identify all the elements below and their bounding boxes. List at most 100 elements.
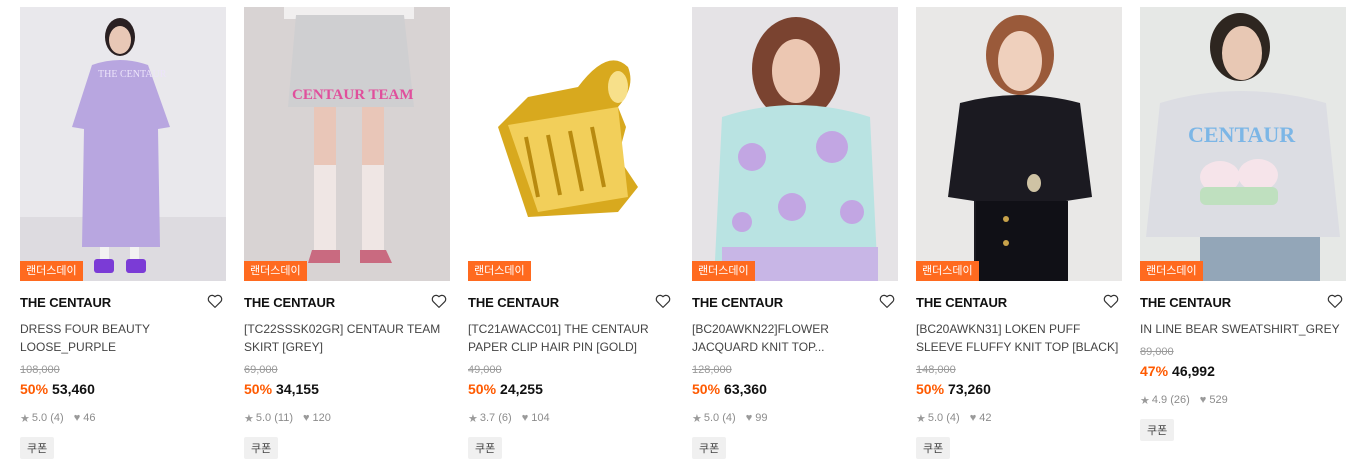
review-count: (6) bbox=[498, 412, 512, 424]
heart-filled-icon: ♥ bbox=[969, 412, 977, 424]
heart-outline-icon[interactable] bbox=[878, 292, 896, 310]
review-meta: ★ 3.7 (6) ♥ 104 bbox=[468, 411, 674, 425]
original-price: 89,000 bbox=[1140, 346, 1174, 358]
discount-rate: 50% bbox=[468, 381, 497, 397]
sale-price: 34,155 bbox=[276, 381, 319, 397]
like-count: 42 bbox=[979, 412, 992, 424]
price-row: 47% 46,992 bbox=[1140, 363, 1346, 381]
brand-name[interactable]: THE CENTAUR bbox=[916, 295, 1007, 310]
sale-price: 63,360 bbox=[724, 381, 767, 397]
brand-name[interactable]: THE CENTAUR bbox=[692, 295, 783, 310]
brand-name[interactable]: THE CENTAUR bbox=[1140, 295, 1231, 310]
star-icon: ★ bbox=[1140, 394, 1150, 407]
rating: 3.7 bbox=[479, 412, 496, 424]
discount-rate: 50% bbox=[20, 381, 49, 397]
price-row: 50% 73,260 bbox=[916, 381, 1122, 399]
coupon-badge: 쿠폰 bbox=[692, 437, 727, 459]
review-count: (26) bbox=[1170, 394, 1190, 406]
star-icon: ★ bbox=[468, 412, 478, 425]
product-card[interactable]: CENTAUR 랜더스데이 THE CENTAUR IN LINE BEAR S… bbox=[1140, 7, 1346, 441]
coupon-badge: 쿠폰 bbox=[468, 437, 503, 459]
like-count: 529 bbox=[1209, 394, 1228, 406]
price-row: 50% 53,460 bbox=[20, 381, 226, 399]
product-title[interactable]: [TC21AWACC01] THE CENTAUR PAPER CLIP HAI… bbox=[468, 320, 674, 356]
review-meta: ★ 5.0 (4) ♥ 46 bbox=[20, 411, 226, 425]
original-price: 108,000 bbox=[20, 364, 60, 376]
review-count: (4) bbox=[722, 412, 736, 424]
svg-text:THE CENTAUR: THE CENTAUR bbox=[98, 69, 167, 80]
product-card[interactable]: 랜더스데이 THE CENTAUR [TC21AWACC01] THE CENT… bbox=[468, 7, 674, 459]
price-row: 50% 63,360 bbox=[692, 381, 898, 399]
product-grid: THE CENTAUR 랜더스데이 THE CENTAUR DRESS FOUR… bbox=[0, 0, 1351, 461]
coupon-badge: 쿠폰 bbox=[244, 437, 279, 459]
review-meta: ★ 5.0 (11) ♥ 120 bbox=[244, 411, 450, 425]
svg-text:CENTAUR: CENTAUR bbox=[1188, 122, 1296, 147]
heart-outline-icon[interactable] bbox=[654, 292, 672, 310]
product-image[interactable]: 랜더스데이 bbox=[692, 7, 898, 281]
review-count: (4) bbox=[946, 412, 960, 424]
product-image[interactable]: 랜더스데이 bbox=[916, 7, 1122, 281]
sale-price: 73,260 bbox=[948, 381, 991, 397]
product-card[interactable]: 랜더스데이 THE CENTAUR [BC20AWKN22]FLOWER JAC… bbox=[692, 7, 898, 459]
price-row: 50% 34,155 bbox=[244, 381, 450, 399]
heart-outline-icon[interactable] bbox=[206, 292, 224, 310]
rating: 5.0 bbox=[31, 412, 48, 424]
review-meta: ★ 4.9 (26) ♥ 529 bbox=[1140, 393, 1346, 407]
product-title[interactable]: [TC22SSSK02GR] CENTAUR TEAM SKIRT [GREY] bbox=[244, 320, 450, 356]
rating: 5.0 bbox=[927, 412, 944, 424]
heart-outline-icon[interactable] bbox=[1326, 292, 1344, 310]
like-count: 104 bbox=[531, 412, 550, 424]
brand-name[interactable]: THE CENTAUR bbox=[244, 295, 335, 310]
coupon-badge: 쿠폰 bbox=[916, 437, 951, 459]
review-count: (4) bbox=[50, 412, 64, 424]
star-icon: ★ bbox=[916, 412, 926, 425]
star-icon: ★ bbox=[692, 412, 702, 425]
like-count: 46 bbox=[83, 412, 96, 424]
star-icon: ★ bbox=[244, 412, 254, 425]
svg-text:CENTAUR TEAM: CENTAUR TEAM bbox=[292, 87, 414, 103]
original-price: 148,000 bbox=[916, 364, 956, 376]
like-count: 120 bbox=[312, 412, 331, 424]
product-image[interactable]: CENTAUR TEAM 랜더스데이 bbox=[244, 7, 450, 281]
promo-tag: 랜더스데이 bbox=[916, 261, 979, 281]
original-price: 49,000 bbox=[468, 364, 502, 376]
product-card[interactable]: 랜더스데이 THE CENTAUR [BC20AWKN31] LOKEN PUF… bbox=[916, 7, 1122, 459]
promo-tag: 랜더스데이 bbox=[692, 261, 755, 281]
heart-outline-icon[interactable] bbox=[1102, 292, 1120, 310]
heart-filled-icon: ♥ bbox=[73, 412, 81, 424]
promo-tag: 랜더스데이 bbox=[20, 261, 83, 281]
product-image[interactable]: CENTAUR 랜더스데이 bbox=[1140, 7, 1346, 281]
rating: 5.0 bbox=[703, 412, 720, 424]
discount-rate: 50% bbox=[244, 381, 273, 397]
original-price: 128,000 bbox=[692, 364, 732, 376]
product-card[interactable]: CENTAUR TEAM 랜더스데이 THE CENTAUR [TC22SSSK… bbox=[244, 7, 450, 459]
product-card[interactable]: THE CENTAUR 랜더스데이 THE CENTAUR DRESS FOUR… bbox=[20, 7, 226, 459]
product-image[interactable]: 랜더스데이 bbox=[468, 7, 674, 281]
sale-price: 46,992 bbox=[1172, 363, 1215, 379]
rating: 5.0 bbox=[255, 412, 272, 424]
product-title[interactable]: [BC20AWKN22]FLOWER JACQUARD KNIT TOP... bbox=[692, 320, 898, 356]
heart-filled-icon: ♥ bbox=[745, 412, 753, 424]
promo-tag: 랜더스데이 bbox=[468, 261, 531, 281]
discount-rate: 50% bbox=[916, 381, 945, 397]
original-price: 69,000 bbox=[244, 364, 278, 376]
product-title[interactable]: IN LINE BEAR SWEATSHIRT_GREY bbox=[1140, 320, 1346, 338]
review-count: (11) bbox=[274, 412, 293, 424]
promo-tag: 랜더스데이 bbox=[244, 261, 307, 281]
promo-tag: 랜더스데이 bbox=[1140, 261, 1203, 281]
heart-outline-icon[interactable] bbox=[430, 292, 448, 310]
brand-name[interactable]: THE CENTAUR bbox=[468, 295, 559, 310]
review-meta: ★ 5.0 (4) ♥ 42 bbox=[916, 411, 1122, 425]
product-title[interactable]: [BC20AWKN31] LOKEN PUFF SLEEVE FLUFFY KN… bbox=[916, 320, 1122, 356]
brand-name[interactable]: THE CENTAUR bbox=[20, 295, 111, 310]
coupon-badge: 쿠폰 bbox=[1140, 419, 1175, 441]
heart-filled-icon: ♥ bbox=[1199, 394, 1207, 406]
coupon-badge: 쿠폰 bbox=[20, 437, 55, 459]
rating: 4.9 bbox=[1151, 394, 1168, 406]
star-icon: ★ bbox=[20, 412, 30, 425]
heart-filled-icon: ♥ bbox=[521, 412, 529, 424]
product-title[interactable]: DRESS FOUR BEAUTY LOOSE_PURPLE bbox=[20, 320, 226, 356]
price-row: 50% 24,255 bbox=[468, 381, 674, 399]
product-image[interactable]: THE CENTAUR 랜더스데이 bbox=[20, 7, 226, 281]
like-count: 99 bbox=[755, 412, 768, 424]
